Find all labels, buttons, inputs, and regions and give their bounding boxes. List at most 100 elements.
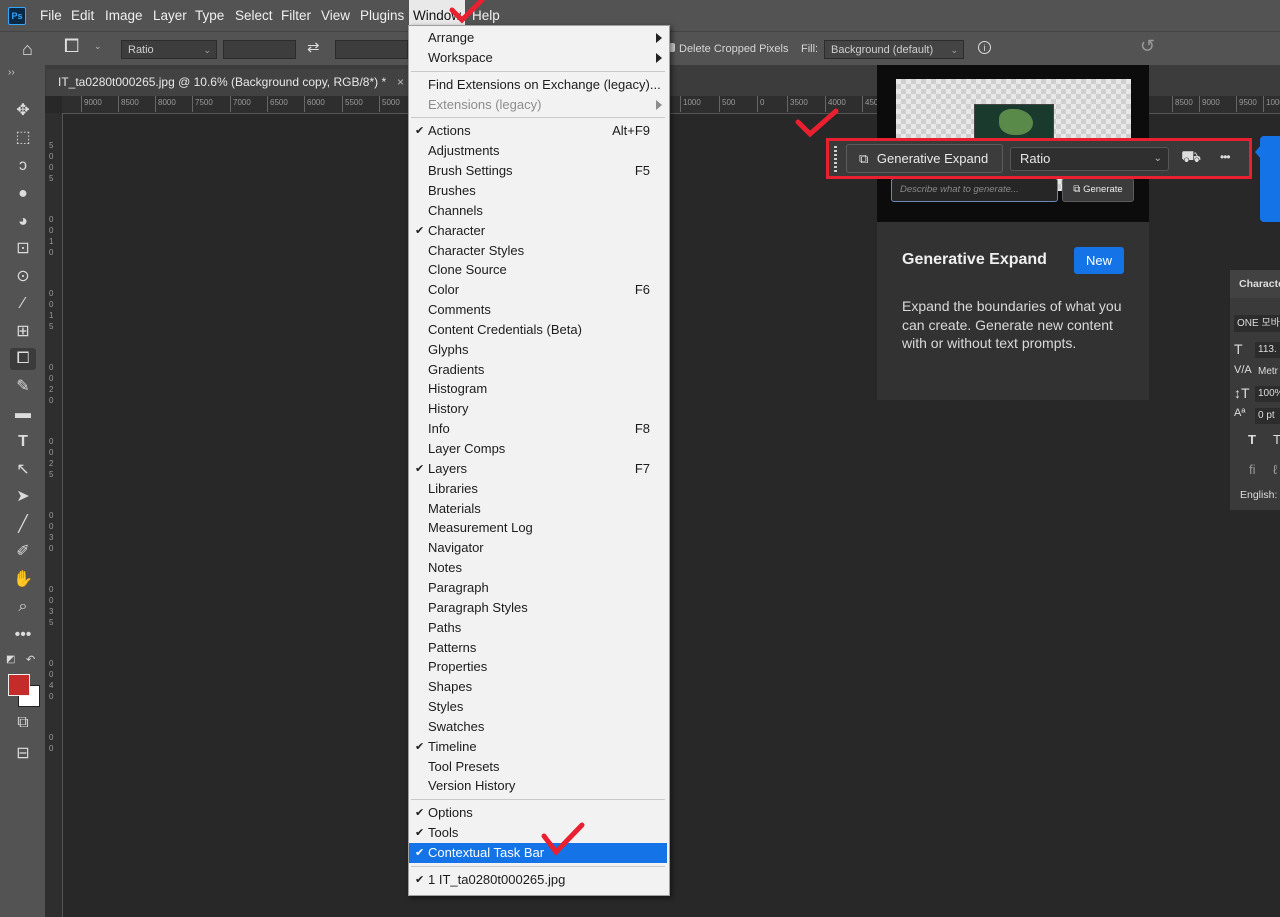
ligature-icon[interactable]: ﬁ [1249,462,1256,477]
prompt-input[interactable]: Describe what to generate... [891,178,1058,202]
brush-tool-icon[interactable]: ✎ [10,376,36,398]
menu-item-notes[interactable]: Notes [409,558,667,578]
menu-view[interactable]: View [317,0,354,31]
menu-item-paragraph-styles[interactable]: Paragraph Styles [409,598,667,618]
menu-item-layers[interactable]: ✔ Layers F7 [409,459,667,479]
more-tools-icon[interactable]: ••• [10,624,36,646]
faux-bold-icon[interactable]: T [1248,432,1256,447]
drag-handle-icon[interactable] [834,146,837,172]
move-tool-icon[interactable]: ✥ [10,100,36,122]
menu-filter[interactable]: Filter [277,0,315,31]
default-colors-icon[interactable]: ◩ [6,654,15,665]
menu-item-options[interactable]: ✔ Options [409,803,667,823]
magic-wand-icon[interactable]: ⁄ [10,293,36,315]
stylistic-icon[interactable]: ℓ [1273,462,1277,477]
generative-expand-button[interactable]: ⧉ Generative Expand [846,144,1003,173]
type-tool-icon[interactable]: T [10,431,36,453]
menu-item-history[interactable]: History [409,399,667,419]
menu-item-info[interactable]: Info F8 [409,419,667,439]
lasso-tool-icon[interactable]: ↄ [10,155,36,177]
menu-layer[interactable]: Layer [149,0,191,31]
menu-item-styles[interactable]: Styles [409,697,667,717]
language-select[interactable]: English: [1240,489,1277,501]
menu-item-materials[interactable]: Materials [409,499,667,519]
menu-item-workspace[interactable]: Workspace [409,48,667,68]
crop-tool-icon[interactable]: ⧠ [64,36,79,58]
reset-icon[interactable]: ↺ [1140,36,1155,57]
direct-selection-icon[interactable]: ➤ [10,486,36,508]
menu-item-brush-settings[interactable]: Brush Settings F5 [409,161,667,181]
menu-item-navigator[interactable]: Navigator [409,538,667,558]
menu-item-libraries[interactable]: Libraries [409,479,667,499]
chevron-down-icon[interactable]: ⌄ [94,41,102,52]
ratio-dropdown[interactable]: Ratio ⌄ [1010,147,1169,171]
object-selection-icon[interactable]: ⊙ [10,266,36,288]
more-options-icon[interactable]: ••• [1220,150,1231,164]
kerning-field[interactable]: Metr [1255,364,1280,380]
menu-item-swatches[interactable]: Swatches [409,717,667,737]
menu-item-brushes[interactable]: Brushes [409,181,667,201]
marquee-tool-icon[interactable]: ⬚ [10,127,36,149]
menu-item-paragraph[interactable]: Paragraph [409,578,667,598]
ratio-width-input[interactable] [223,40,296,59]
font-family-field[interactable]: ONE 모바 [1234,315,1280,332]
menu-item-histogram[interactable]: Histogram [409,379,667,399]
ratio-select[interactable]: Ratio ⌄ [121,40,217,59]
path-selection-icon[interactable]: ↖ [10,459,36,481]
baseline-shift-field[interactable]: 0 pt [1255,408,1280,424]
menu-item-arrange[interactable]: Arrange [409,28,667,48]
crop-tool-icon[interactable]: ⧠ [10,348,36,370]
menu-type[interactable]: Type [191,0,228,31]
menu-item-clone-source[interactable]: Clone Source [409,260,667,280]
menu-item-tool-presets[interactable]: Tool Presets [409,757,667,777]
swap-icon[interactable]: ⇄ [307,38,320,56]
quick-mask-icon[interactable]: ⧉ [10,712,36,734]
spot-healing-icon[interactable]: ⊞ [10,321,36,343]
document-tab[interactable]: IT_ta0280t000265.jpg @ 10.6% (Background… [46,69,411,96]
foreground-color-swatch[interactable] [8,674,30,696]
quick-selection-icon[interactable]: ◕ [10,211,36,233]
line-tool-icon[interactable]: ╱ [10,514,36,536]
menu-item-1-it-ta0280t000265-jpg[interactable]: ✔ 1 IT_ta0280t000265.jpg [409,870,667,890]
close-icon[interactable]: × [397,69,404,95]
menu-item-gradients[interactable]: Gradients [409,360,667,380]
menu-item-shapes[interactable]: Shapes [409,677,667,697]
menu-item-measurement-log[interactable]: Measurement Log [409,518,667,538]
vertical-scale-field[interactable]: 100% [1255,386,1280,402]
menu-item-tools[interactable]: ✔ Tools [409,823,667,843]
menu-image[interactable]: Image [101,0,147,31]
menu-item-actions[interactable]: ✔ Actions Alt+F9 [409,121,667,141]
menu-item-glyphs[interactable]: Glyphs [409,340,667,360]
menu-item-character-styles[interactable]: Character Styles [409,241,667,261]
info-icon[interactable]: i [978,41,991,54]
menu-item-find-extensions-on-exchange-legacy[interactable]: Find Extensions on Exchange (legacy)... [409,75,667,95]
eyedropper-icon[interactable]: ✐ [10,541,36,563]
menu-item-version-history[interactable]: Version History [409,776,667,796]
generate-button[interactable]: ⧉ Generate [1062,178,1134,202]
menu-item-channels[interactable]: Channels [409,201,667,221]
crop-options-icon[interactable]: ⛟ [1181,148,1201,168]
font-size-field[interactable]: 113. [1255,342,1280,358]
menu-item-timeline[interactable]: ✔ Timeline [409,737,667,757]
ratio-height-input[interactable] [335,40,408,59]
menu-item-properties[interactable]: Properties [409,657,667,677]
faux-italic-icon[interactable]: T [1273,432,1280,447]
frame-tool-icon[interactable]: ⊡ [10,238,36,260]
zoom-tool-icon[interactable]: ⌕ [10,596,36,618]
menu-item-adjustments[interactable]: Adjustments [409,141,667,161]
menu-item-content-credentials-beta[interactable]: Content Credentials (Beta) [409,320,667,340]
swap-colors-icon[interactable]: ↶ [26,653,35,666]
fill-select[interactable]: Background (default) ⌄ [824,40,964,59]
gradient-tool-icon[interactable]: ▬ [10,403,36,425]
menu-item-character[interactable]: ✔ Character [409,221,667,241]
menu-item-paths[interactable]: Paths [409,618,667,638]
menu-item-color[interactable]: Color F6 [409,280,667,300]
hand-tool-icon[interactable]: ✋ [10,569,36,591]
expand-panel-icon[interactable]: ›› [8,67,15,78]
menu-item-contextual-task-bar[interactable]: ✔ Contextual Task Bar [409,843,667,863]
menu-file[interactable]: File [36,0,66,31]
screen-mode-icon[interactable]: ⊟ [10,743,36,765]
menu-edit[interactable]: Edit [67,0,98,31]
menu-item-patterns[interactable]: Patterns [409,638,667,658]
blur-tool-icon[interactable]: ● [10,183,36,205]
